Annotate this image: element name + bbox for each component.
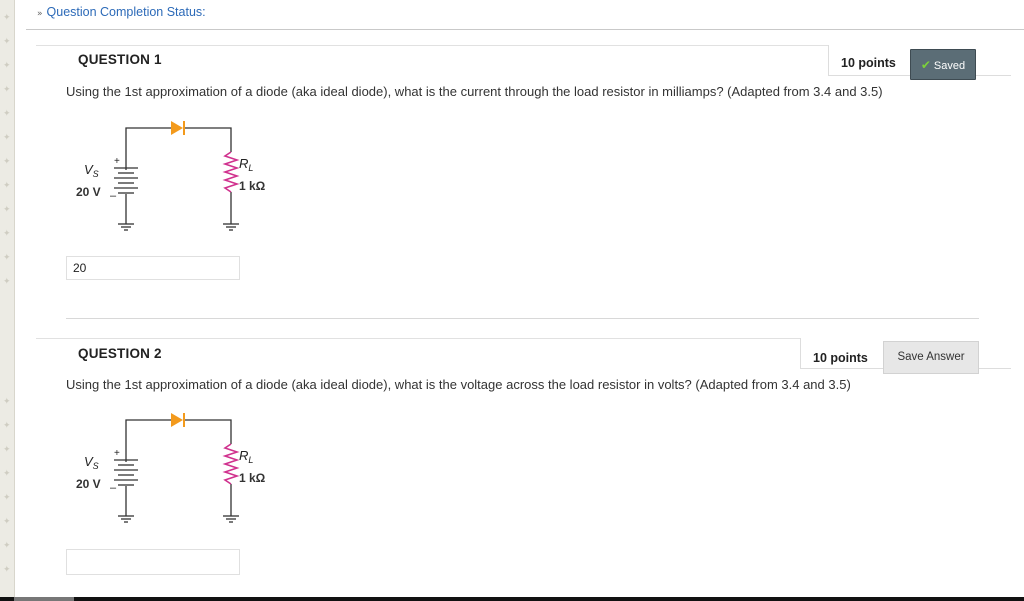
- question-1-title: QUESTION 1: [78, 52, 162, 67]
- source-symbol: VS: [84, 162, 99, 179]
- resistor-icon: [222, 443, 240, 485]
- source-minus-sign: –: [110, 482, 117, 494]
- question-1-circuit-diagram: + – VS 20 V RL 1 kΩ: [76, 121, 266, 231]
- bottom-bar-highlight: [14, 597, 74, 601]
- resistor-symbol: RL: [239, 448, 253, 465]
- status-toggle-label: Question Completion Status:: [46, 5, 206, 19]
- question-1-points-area: 10 points ✔ Saved: [828, 45, 1011, 80]
- question-2-answer-input[interactable]: [66, 549, 240, 575]
- question-completion-status-bar: » Question Completion Status:: [26, 0, 1024, 30]
- question-1-points: 10 points: [841, 56, 896, 70]
- chevron-down-icon: »: [37, 9, 43, 19]
- question-separator: [66, 318, 979, 319]
- question-2-text: Using the 1st approximation of a diode (…: [66, 377, 851, 392]
- question-completion-status-toggle[interactable]: » Question Completion Status:: [37, 5, 206, 19]
- question-1-text: Using the 1st approximation of a diode (…: [66, 84, 883, 99]
- diode-icon: [171, 121, 185, 135]
- question-2-circuit-diagram: + – VS 20 V RL 1 kΩ: [76, 413, 266, 523]
- question-1-answer-input[interactable]: 20: [66, 256, 240, 280]
- source-value: 20 V: [76, 185, 101, 199]
- question-2-points-area: 10 points Save Answer: [800, 338, 1011, 374]
- source-symbol: VS: [84, 454, 99, 471]
- question-2-title: QUESTION 2: [78, 346, 162, 361]
- left-gutter: ✦ ✦ ✦ ✦ ✦ ✦ ✦ ✦ ✦ ✦ ✦ ✦ ✦ ✦ ✦ ✦ ✦ ✦ ✦ ✦: [0, 0, 15, 601]
- source-plus-sign: +: [114, 156, 120, 167]
- resistor-value: 1 kΩ: [239, 179, 266, 193]
- resistor-value: 1 kΩ: [239, 471, 266, 485]
- source-plus-sign: +: [114, 448, 120, 459]
- question-2-points: 10 points: [813, 351, 868, 365]
- question-1-saved-button[interactable]: ✔ Saved: [910, 49, 976, 80]
- source-minus-sign: –: [110, 190, 117, 202]
- question-2-save-answer-button[interactable]: Save Answer: [883, 341, 979, 374]
- checkmark-icon: ✔: [920, 58, 931, 72]
- saved-label: Saved: [933, 60, 966, 72]
- resistor-symbol: RL: [239, 156, 253, 173]
- diode-icon: [171, 413, 185, 427]
- resistor-icon: [222, 151, 240, 193]
- source-value: 20 V: [76, 477, 101, 491]
- bottom-bar: [0, 597, 1024, 601]
